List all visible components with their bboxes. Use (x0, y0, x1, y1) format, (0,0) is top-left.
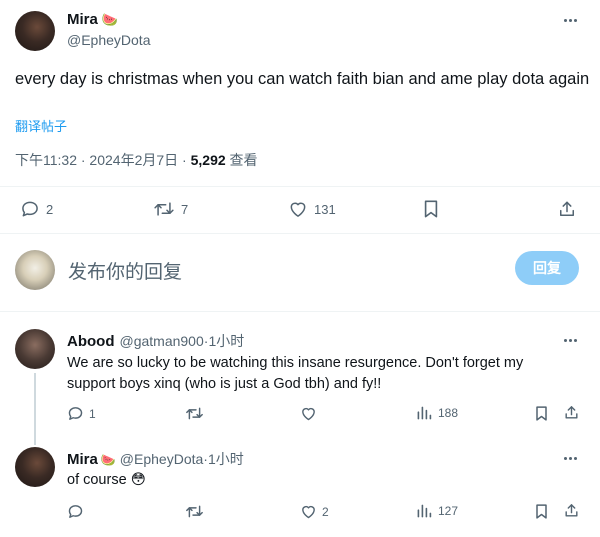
my-avatar[interactable] (15, 250, 55, 290)
reply-count: 1 (89, 406, 96, 421)
heart-icon (300, 405, 317, 422)
reply-time[interactable]: 1小时 (208, 449, 244, 469)
reply-author-avatar[interactable] (15, 447, 55, 487)
like-count: 2 (322, 504, 329, 519)
reply-count: 2 (46, 201, 54, 217)
share-icon[interactable] (557, 199, 577, 219)
reply-action[interactable] (67, 503, 89, 520)
reply-author-name[interactable]: Mira (67, 451, 98, 468)
bar-chart-icon (416, 503, 432, 519)
like-action[interactable] (300, 405, 322, 422)
tweet-text: every day is christmas when you can watc… (15, 70, 590, 88)
like-action[interactable]: 2 (300, 503, 329, 520)
watermelon-emoji: 🍉 (100, 453, 116, 467)
more-options-icon[interactable] (564, 457, 577, 460)
tweet-meta: 下午11:32 · 2024年2月7日 · 5,292 查看 (15, 150, 258, 170)
author-name[interactable]: Mira (67, 11, 98, 28)
reply-icon (20, 199, 40, 219)
view-count: 5,292 (190, 152, 226, 168)
reply-time[interactable]: 1小时 (208, 331, 244, 351)
heart-icon (288, 199, 308, 219)
bookmark-icon[interactable] (534, 503, 549, 520)
like-action[interactable]: 131 (288, 199, 336, 219)
flushed-emoji: 😳 (130, 472, 146, 488)
reply-icon (67, 503, 84, 520)
reply-action[interactable]: 1 (67, 405, 96, 422)
reply-action[interactable]: 2 (20, 199, 53, 219)
bookmark-icon[interactable] (422, 199, 440, 219)
heart-icon (300, 503, 317, 520)
translate-link[interactable]: 翻译帖子 (15, 116, 67, 135)
more-options-icon[interactable] (564, 19, 577, 22)
reply-header: Mira 🍉 @EpheyDota · 1小时 (67, 449, 244, 469)
reply-icon (67, 405, 84, 422)
more-options-icon[interactable] (564, 339, 577, 342)
divider (0, 311, 600, 312)
thread-line (34, 373, 36, 445)
reply-author-avatar[interactable] (15, 329, 55, 369)
reply-author-handle[interactable]: @EpheyDota (120, 451, 203, 467)
retweet-icon (185, 405, 204, 422)
retweet-icon (153, 199, 175, 219)
reply-text: of course 😳 (67, 470, 146, 491)
retweet-action[interactable]: 7 (153, 199, 188, 219)
reply-button-label: 回复 (533, 260, 561, 276)
reply-composer-input[interactable]: 发布你的回复 (68, 257, 182, 284)
watermelon-emoji: 🍉 (101, 11, 119, 27)
divider (0, 233, 600, 234)
author-handle[interactable]: @EpheyDota (67, 32, 150, 48)
bookmark-icon[interactable] (534, 405, 549, 422)
reply-text: We are so lucky to be watching this insa… (67, 353, 523, 395)
divider (0, 186, 600, 187)
retweet-action[interactable] (185, 405, 209, 422)
author-avatar[interactable] (15, 11, 55, 51)
tweet-timestamp[interactable]: 下午11:32 · 2024年2月7日 · (15, 152, 191, 168)
views-action[interactable]: 188 (416, 405, 458, 421)
author-name-row[interactable]: Mira 🍉 (67, 11, 118, 28)
reply-button[interactable]: 回复 (515, 251, 579, 285)
retweet-count: 7 (181, 201, 189, 217)
reply-author-name[interactable]: Abood (67, 333, 114, 350)
bar-chart-icon (416, 405, 432, 421)
share-icon[interactable] (563, 502, 580, 519)
view-count: 188 (438, 406, 459, 420)
like-count: 131 (314, 201, 336, 217)
reply-header: Abood @gatman900 · 1小时 (67, 331, 244, 351)
views-action[interactable]: 127 (416, 503, 458, 519)
view-count: 127 (438, 504, 459, 518)
view-label: 查看 (225, 152, 258, 168)
share-icon[interactable] (563, 404, 580, 421)
retweet-action[interactable] (185, 503, 209, 520)
retweet-icon (185, 503, 204, 520)
reply-author-handle[interactable]: @gatman900 (119, 333, 203, 349)
reply-text-line: support boys xinq (who is just a God tbh… (67, 376, 382, 392)
reply-text-line: We are so lucky to be watching this insa… (67, 355, 524, 371)
reply-text-body: of course (67, 472, 127, 488)
